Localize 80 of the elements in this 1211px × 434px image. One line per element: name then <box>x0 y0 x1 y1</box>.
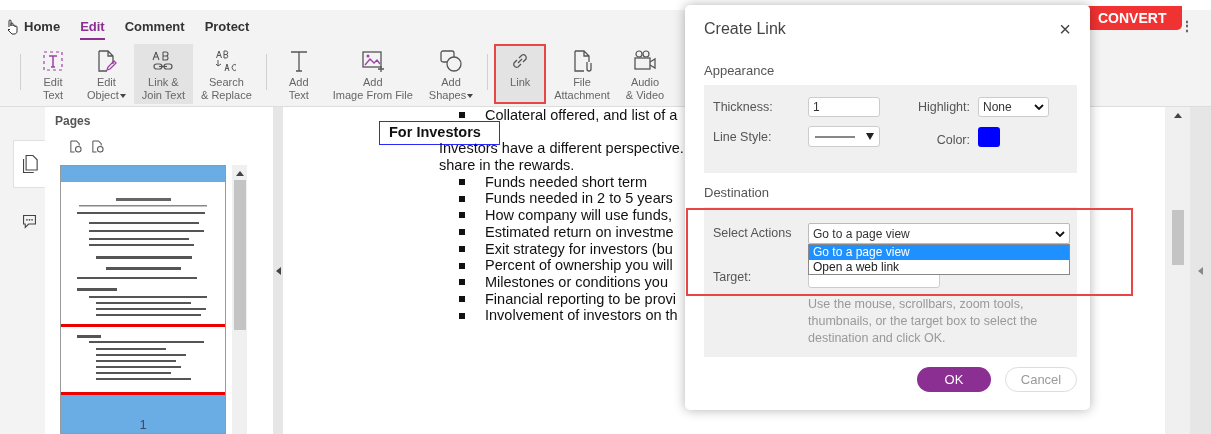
pages-icon <box>21 154 38 174</box>
toolbar-button[interactable]: File Attachment <box>546 44 618 104</box>
section-label: Appearance <box>704 61 776 80</box>
document-text: Financial reporting to be provi <box>485 290 677 308</box>
text-box-icon <box>41 49 65 73</box>
comment-icon <box>21 212 38 230</box>
document-text: Funds needed in 2 to 5 years <box>485 190 673 208</box>
hand-cursor-icon <box>6 19 18 35</box>
video-camera-icon <box>632 49 657 73</box>
toolbar-button[interactable]: Add Text <box>272 44 325 104</box>
bullet-icon <box>459 279 465 286</box>
chevron-icon <box>1034 104 1044 110</box>
bullet-icon <box>459 112 465 119</box>
bullet-icon <box>459 212 465 219</box>
section-label: Destination <box>704 183 771 202</box>
highlight-dropdown[interactable]: None <box>978 97 1049 117</box>
toolbar-button[interactable]: Search & Replace <box>193 44 260 104</box>
page-number: 1 <box>139 417 147 433</box>
toolbar-button[interactable]: Add Image From File <box>324 44 421 104</box>
document-text: Milestones or conditions you <box>485 273 668 291</box>
ok-button[interactable]: OK <box>917 367 991 392</box>
hint-text: Use the mouse, scrollbars, zoom tools, thumbnails, or the target box to select the destination and click OK. <box>808 296 1039 347</box>
page-rotate-icon[interactable] <box>69 140 82 153</box>
toolbar-button[interactable]: Audio & Video <box>617 44 673 104</box>
bullet-icon <box>459 195 465 202</box>
close-button[interactable]: × <box>1053 17 1077 41</box>
field-label: Target: <box>713 269 753 284</box>
field-label: Select Actions <box>713 225 793 240</box>
panel-title: Pages <box>54 113 92 130</box>
menu-tab[interactable]: Comment <box>120 17 201 37</box>
page-thumbnail[interactable]: 1 <box>60 165 226 434</box>
scrollbar-thumb[interactable] <box>1171 210 1184 265</box>
chevron-icon <box>1055 230 1065 237</box>
document-text: share in the rewards. <box>439 157 575 174</box>
document-text: How company will use funds, <box>485 207 672 224</box>
bullet-icon <box>459 179 465 186</box>
text-link-icon <box>151 49 176 73</box>
document-text: Exit strategy for investors (bu <box>485 240 673 258</box>
bullet-icon <box>459 229 465 236</box>
shapes-icon <box>439 49 463 73</box>
solid-line-icon <box>814 135 855 138</box>
document-text: Funds needed short term <box>485 173 647 191</box>
cancel-button[interactable]: Cancel <box>1005 367 1077 392</box>
field-label: Thickness: <box>713 100 774 114</box>
scroll-up-icon[interactable] <box>235 171 244 176</box>
document-text: Involvement of investors on th <box>485 307 678 324</box>
document-text: Percent of ownership you will <box>485 257 673 274</box>
toolbar-button[interactable]: Add Shapes <box>420 44 482 104</box>
dropdown-option[interactable]: Go to a page view <box>809 245 1069 260</box>
document-text: Estimated return on investme <box>485 223 674 241</box>
actions-dropdown[interactable]: Go to a page view <box>808 223 1070 244</box>
document-text: Collateral offered, and list of a <box>485 107 678 124</box>
color-swatch[interactable] <box>978 126 1000 147</box>
collapse-icon[interactable] <box>275 266 281 275</box>
toolbar-button[interactable]: Link <box>494 44 547 104</box>
field-label: Highlight: <box>916 100 971 114</box>
toolbar-button[interactable]: Edit Object <box>79 44 134 104</box>
thickness-field[interactable]: 1 <box>808 97 880 117</box>
menu-tab[interactable]: Edit <box>76 17 121 37</box>
toolbar-button[interactable]: Link & Join Text <box>133 44 193 104</box>
bullet-icon <box>459 262 465 269</box>
page-rotate-icon[interactable] <box>91 140 104 153</box>
scrollbar-thumb[interactable] <box>233 180 246 330</box>
sidebar-tab[interactable] <box>13 140 45 188</box>
field-label: Line Style: <box>713 129 773 144</box>
dropdown-arrow-icon <box>865 133 874 140</box>
toolbar-button[interactable]: Edit Text <box>27 44 79 104</box>
menu-tab[interactable]: Home <box>20 17 77 37</box>
replace-letters-icon <box>214 49 239 73</box>
bullet-icon <box>459 295 465 302</box>
menu-tab[interactable]: Protect <box>200 17 266 37</box>
dropdown-option[interactable]: Open a web link <box>809 259 1069 274</box>
bullet-icon <box>459 312 465 319</box>
add-image-icon <box>360 49 385 73</box>
dialog-title: Create Link <box>704 20 786 38</box>
field-label: Color: <box>935 131 971 147</box>
scroll-up-icon[interactable] <box>1173 113 1182 118</box>
more-icon[interactable]: ⋮ <box>1180 18 1194 34</box>
bullet-icon <box>459 245 465 252</box>
line-style-dropdown[interactable] <box>808 126 880 147</box>
